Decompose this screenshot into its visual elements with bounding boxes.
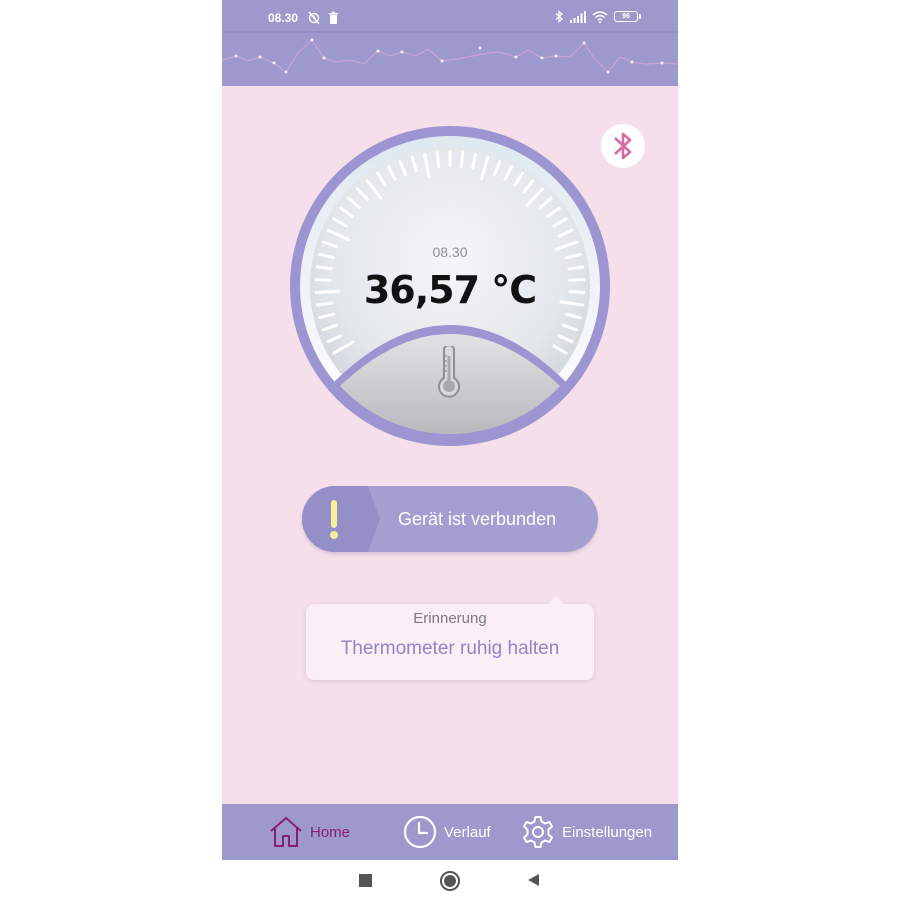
reminder-tooltip: Erinnerung Thermometer ruhig halten <box>306 596 594 680</box>
bottom-navigation: Home Verlauf Einstellungen <box>222 804 678 860</box>
status-time: 08.30 <box>268 11 299 25</box>
status-right-icons: 96 <box>554 10 641 23</box>
reminder-title: Erinnerung <box>413 610 487 627</box>
alarm-off-icon <box>308 11 320 25</box>
nav-history-label: Verlauf <box>444 823 491 841</box>
nav-history[interactable]: Verlauf <box>402 804 491 860</box>
gauge-tick <box>435 151 441 169</box>
status-left-icons <box>308 10 340 29</box>
bluetooth-icon <box>614 132 632 160</box>
nav-settings[interactable]: Einstellungen <box>520 804 652 860</box>
clock-icon <box>403 815 437 849</box>
signal-icon <box>570 10 586 23</box>
home-system-icon[interactable] <box>439 870 461 892</box>
header-wave-decoration <box>221 30 679 86</box>
connection-status-pill[interactable]: Gerät ist verbunden <box>302 486 598 552</box>
recent-apps-icon[interactable] <box>356 870 376 890</box>
thermometer-icon <box>438 346 460 398</box>
temperature-reading: 36,57 °C <box>363 268 537 312</box>
temperature-gauge: 08.30 36,57 °C <box>288 124 612 448</box>
system-navigation-bar <box>222 860 678 900</box>
connection-status-label: Gerät ist verbunden <box>398 509 557 529</box>
reminder-text: Thermometer ruhig halten <box>340 638 560 659</box>
back-icon[interactable] <box>524 870 544 890</box>
measurement-time: 08.30 <box>432 244 468 260</box>
main-content: 08.30 36,57 °C Gerät ist verbunden Erinn… <box>222 86 678 804</box>
gear-icon <box>523 816 553 848</box>
trash-icon <box>329 11 338 24</box>
home-icon <box>270 817 302 847</box>
exclamation-icon <box>330 500 338 539</box>
wifi-icon <box>592 10 608 23</box>
bluetooth-icon <box>555 10 563 23</box>
status-chevron-decoration <box>302 486 380 552</box>
nav-settings-label: Einstellungen <box>562 823 653 841</box>
nav-home[interactable]: Home <box>268 804 350 860</box>
phone-screen: 08.30 96 08.30 36,57 °C Gerät ist verbun… <box>221 0 679 900</box>
gauge-tick <box>459 151 465 169</box>
nav-home-label: Home <box>310 823 351 841</box>
battery-icon: 96 <box>614 11 641 22</box>
